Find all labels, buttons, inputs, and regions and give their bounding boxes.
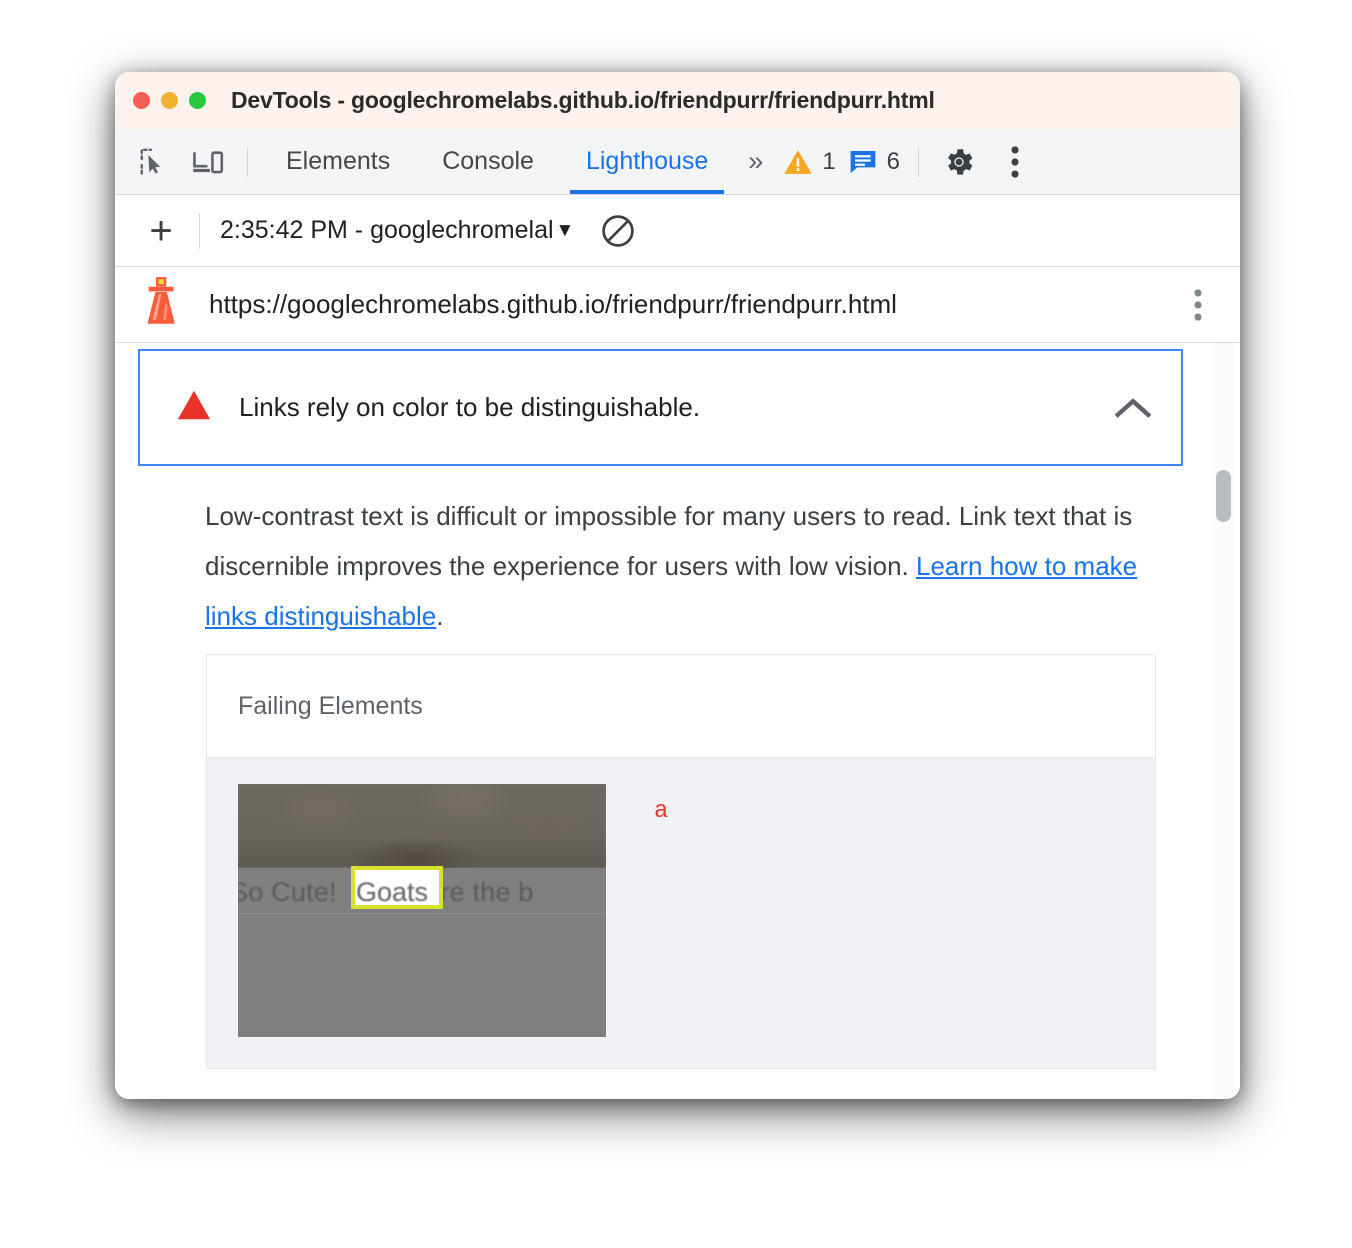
window-titlebar: DevTools - googlechromelabs.github.io/fr… (115, 72, 1240, 129)
audit-fail-triangle-icon (177, 389, 211, 426)
info-badge[interactable]: 6 (842, 148, 906, 176)
chevron-down-icon: ▼ (555, 219, 575, 241)
report-scrollbar[interactable] (1212, 343, 1234, 1099)
maximize-window-button[interactable] (189, 92, 206, 109)
lighthouse-run-toolbar: + 2:35:42 PM - googlechromelal ▼ (115, 195, 1240, 267)
tab-elements[interactable]: Elements (260, 129, 416, 194)
thumbnail-photo-detail (434, 828, 554, 860)
thumbnail-rule (238, 913, 606, 914)
close-window-button[interactable] (133, 92, 150, 109)
warning-triangle-icon (784, 149, 813, 174)
element-screenshot-thumbnail[interactable]: So Cute! Goats are the b Goats (238, 784, 606, 1037)
window-title: DevTools - googlechromelabs.github.io/fr… (231, 87, 935, 113)
toolbar-divider-2 (918, 146, 920, 177)
thumbnail-text-before: So Cute! (238, 877, 345, 907)
chevron-up-icon[interactable] (1115, 397, 1151, 419)
devtools-menu-kebab-icon[interactable] (987, 139, 1043, 185)
devtools-tabbar: Elements Console Lighthouse » 1 6 (115, 129, 1240, 195)
audit-description-text-2: . (436, 601, 444, 631)
audit-description: Low-contrast text is difficult or imposs… (205, 491, 1160, 641)
report-url-bar: https://googlechromelabs.github.io/frien… (115, 267, 1240, 343)
lighthouse-report-body: Links rely on color to be distinguishabl… (115, 343, 1240, 1099)
warning-count: 1 (822, 147, 836, 175)
message-bubble-icon (850, 150, 876, 173)
failing-elements-table: Failing Elements So Cute! Goats are the … (206, 654, 1156, 1069)
report-page-url: https://googlechromelabs.github.io/frien… (209, 289, 897, 319)
more-tabs-chevron-icon[interactable]: » (734, 146, 777, 177)
devtools-tabs: Elements Console Lighthouse (260, 129, 734, 194)
no-entry-icon (602, 214, 635, 247)
report-run-select[interactable]: 2:35:42 PM - googlechromelal ▼ (220, 216, 574, 245)
new-audit-button[interactable]: + (137, 211, 185, 251)
toolbar-divider (247, 146, 248, 177)
warning-badge[interactable]: 1 (777, 148, 841, 176)
tab-console[interactable]: Console (416, 129, 560, 194)
column-header-failing-elements: Failing Elements (238, 691, 423, 720)
report-run-select-label: 2:35:42 PM - googlechromelal (220, 216, 554, 244)
device-toolbar-icon[interactable] (181, 139, 235, 185)
inspect-element-icon[interactable] (127, 139, 181, 185)
table-row: So Cute! Goats are the b Goats a (207, 758, 1155, 1068)
audit-title: Links rely on color to be distinguishabl… (239, 392, 701, 422)
report-scrollbar-thumb[interactable] (1216, 470, 1231, 522)
lighthouse-logo-icon (139, 274, 187, 335)
highlighted-element-text: Goats (356, 877, 429, 907)
lighthouse-toolbar-divider (199, 212, 200, 249)
failing-element-selector: a (654, 798, 669, 825)
clear-all-button[interactable] (600, 213, 636, 249)
minimize-window-button[interactable] (161, 92, 178, 109)
audit-header-row[interactable]: Links rely on color to be distinguishabl… (138, 349, 1183, 466)
failing-elements-table-header: Failing Elements (207, 655, 1155, 758)
info-count: 6 (886, 147, 901, 175)
settings-gear-icon[interactable] (931, 139, 987, 185)
tab-lighthouse[interactable]: Lighthouse (560, 129, 734, 194)
devtools-window: DevTools - googlechromelabs.github.io/fr… (115, 72, 1240, 1099)
devtools-tool-icons (115, 139, 260, 185)
report-menu-kebab-icon[interactable] (1178, 288, 1218, 321)
